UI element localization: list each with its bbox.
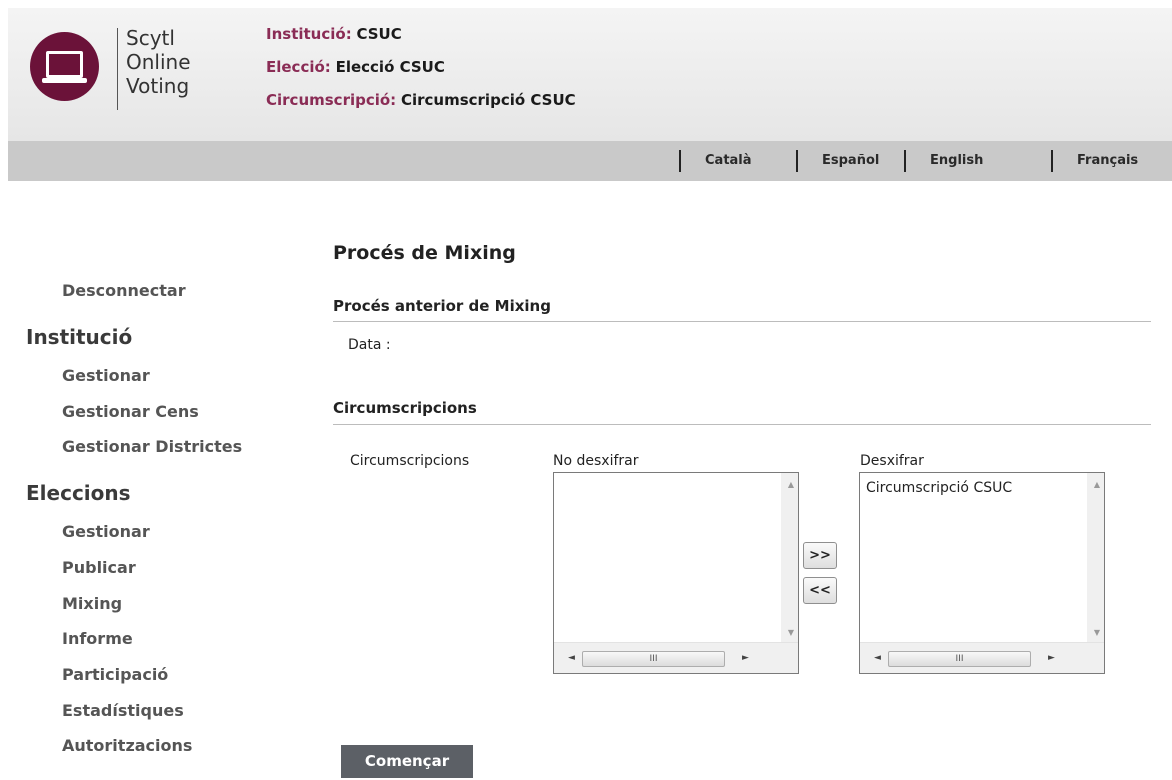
horizontal-scrollbar[interactable]: ◄ III ► (554, 642, 798, 673)
header: Scytl Online Voting Institució: CSUC Ele… (8, 8, 1172, 141)
election-row: Elecció: Elecció CSUC (266, 55, 576, 88)
institution-value: CSUC (356, 25, 402, 43)
sidebar-item-elections-manage[interactable]: Gestionar (62, 522, 150, 541)
language-link-espanol[interactable]: Español (795, 141, 879, 181)
sidebar-item-mixing[interactable]: Mixing (62, 594, 122, 613)
section-divider (333, 424, 1151, 425)
previous-mixing-section-title: Procés anterior de Mixing (333, 297, 551, 315)
scroll-left-icon[interactable]: ◄ (874, 653, 881, 663)
districts-field-label: Circumscripcions (350, 453, 470, 469)
sidebar-item-statistics[interactable]: Estadístiques (62, 701, 184, 720)
laptop-screen-shape (46, 51, 83, 78)
elections-heading: Eleccions (26, 481, 131, 505)
election-label: Elecció: (266, 58, 331, 76)
sidebar-item-participation[interactable]: Participació (62, 665, 168, 684)
brand-name: Scytl Online Voting (126, 26, 191, 98)
move-right-button[interactable]: >> (803, 542, 837, 569)
decrypt-listbox[interactable]: Circumscripció CSUC ▲ ▼ ◄ III ► (859, 472, 1105, 674)
institution-heading: Institució (26, 325, 133, 349)
no-decrypt-list-label: No desxifrar (553, 453, 639, 469)
language-link-english[interactable]: English (903, 141, 983, 181)
sidebar-item-manage-districts[interactable]: Gestionar Districtes (62, 437, 242, 456)
district-row: Circumscripció: Circumscripció CSUC (266, 88, 576, 121)
scroll-right-icon[interactable]: ► (1048, 653, 1055, 663)
vertical-scrollbar[interactable]: ▲ ▼ (1087, 473, 1104, 643)
list-item[interactable]: Circumscripció CSUC (866, 480, 1012, 496)
institution-label: Institució: (266, 25, 352, 43)
laptop-base-shape (42, 78, 87, 83)
vertical-scrollbar[interactable]: ▲ ▼ (781, 473, 798, 643)
scroll-left-icon[interactable]: ◄ (568, 653, 575, 663)
district-value: Circumscripció CSUC (400, 91, 576, 109)
decrypt-list-label: Desxifrar (860, 453, 924, 469)
logo-divider (117, 28, 118, 110)
districts-section-title: Circumscripcions (333, 399, 477, 417)
no-decrypt-listbox[interactable]: ▲ ▼ ◄ III ► (553, 472, 799, 674)
brand-line-3: Voting (126, 74, 190, 98)
page-title: Procés de Mixing (333, 242, 516, 264)
scroll-right-icon[interactable]: ► (742, 653, 749, 663)
sidebar-item-manage-census[interactable]: Gestionar Cens (62, 402, 199, 421)
election-info: Institució: CSUC Elecció: Elecció CSUC C… (266, 22, 576, 121)
scroll-up-icon[interactable]: ▲ (788, 480, 794, 489)
scrollbar-thumb[interactable]: III (888, 651, 1031, 667)
section-divider (333, 321, 1151, 322)
brand-line-2: Online (126, 50, 191, 74)
scroll-down-icon[interactable]: ▼ (788, 628, 794, 637)
sidebar-item-authorizations[interactable]: Autoritzacions (62, 736, 192, 755)
election-value: Elecció CSUC (335, 58, 445, 76)
language-link-francais[interactable]: Français (1050, 141, 1138, 181)
horizontal-scrollbar[interactable]: ◄ III ► (860, 642, 1104, 673)
sidebar-item-publish[interactable]: Publicar (62, 558, 136, 577)
scroll-down-icon[interactable]: ▼ (1094, 628, 1100, 637)
institution-row: Institució: CSUC (266, 22, 576, 55)
logout-link[interactable]: Desconnectar (62, 281, 186, 300)
brand-line-1: Scytl (126, 26, 175, 50)
move-left-button[interactable]: << (803, 577, 837, 604)
start-button[interactable]: Començar (341, 745, 473, 778)
logo-icon (30, 32, 99, 101)
date-label: Data : (348, 337, 391, 353)
sidebar-item-institution-manage[interactable]: Gestionar (62, 366, 150, 385)
district-label: Circumscripció: (266, 91, 397, 109)
language-bar: Català Español English Français (8, 141, 1172, 181)
scroll-up-icon[interactable]: ▲ (1094, 480, 1100, 489)
language-link-catala[interactable]: Català (679, 141, 752, 181)
sidebar-item-report[interactable]: Informe (62, 629, 133, 648)
scrollbar-thumb[interactable]: III (582, 651, 725, 667)
